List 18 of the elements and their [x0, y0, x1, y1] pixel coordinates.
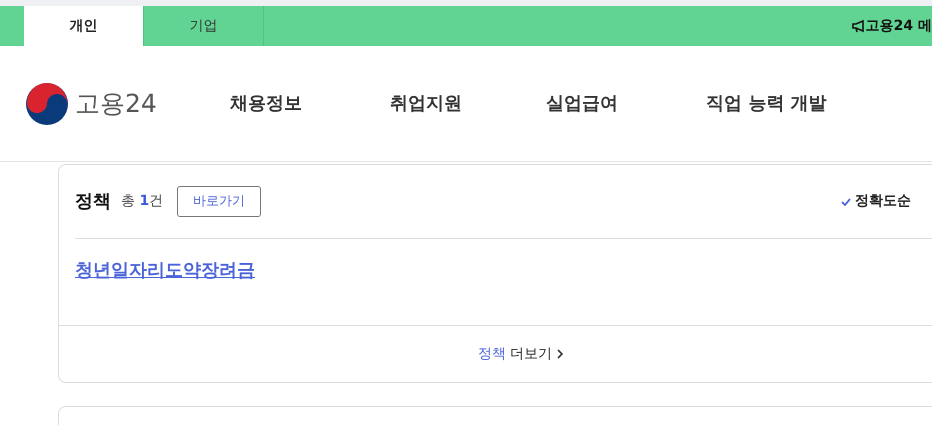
check-icon	[841, 198, 851, 206]
logo-text[interactable]: 고용24	[75, 84, 157, 122]
sort-option[interactable]: 정확도순	[841, 191, 911, 212]
more-link[interactable]: 정책 더보기	[472, 342, 570, 366]
nav-menu-item[interactable]: 취업지원	[390, 90, 462, 117]
megaphone-icon	[852, 19, 866, 33]
chevron-right-icon	[556, 349, 564, 359]
user-type-tab[interactable]: 개인	[24, 6, 144, 46]
announcement-text[interactable]: 고용24 메	[866, 16, 932, 36]
section-title: 정책	[75, 190, 111, 214]
nav-menu-item[interactable]: 채용정보	[230, 90, 302, 117]
result-count: 총 1건	[121, 192, 164, 211]
logo-icon	[25, 82, 69, 126]
result-link[interactable]: 청년일자리도약장려금	[75, 257, 255, 284]
nav-menu-item[interactable]: 직업 능력 개발	[706, 90, 827, 117]
nav-menu-item[interactable]: 실업급여	[546, 90, 618, 117]
user-type-tab[interactable]: 기업	[144, 6, 264, 46]
shortcut-button[interactable]: 바로가기	[177, 186, 262, 218]
